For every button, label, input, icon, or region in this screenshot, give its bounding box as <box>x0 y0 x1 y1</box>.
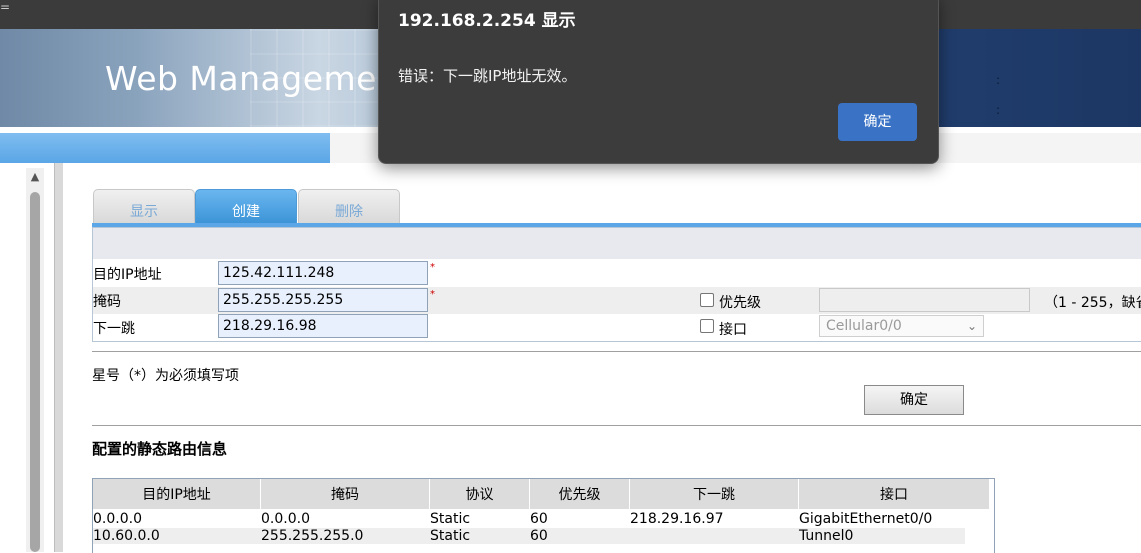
nav-strip <box>0 133 330 163</box>
tab-delete[interactable]: 删除 <box>298 189 400 224</box>
next-hop-input[interactable]: 218.29.16.98 <box>218 314 428 338</box>
form-header-band <box>93 228 1141 259</box>
table-cell: 255.255.255.0 <box>261 528 364 544</box>
mask-label: 掩码 <box>93 294 121 310</box>
mask-required-mark: * <box>430 289 435 300</box>
chevron-down-icon: ⌄ <box>966 319 977 333</box>
priority-checkbox[interactable] <box>700 293 714 307</box>
priority-label: 优先级 <box>719 295 761 311</box>
dest-ip-input[interactable]: 125.42.111.248 <box>218 261 428 285</box>
table-cell: Static <box>430 528 471 544</box>
confirm-button[interactable]: 确定 <box>864 385 964 415</box>
table-cell: Tunnel0 <box>799 528 854 544</box>
mask-input[interactable]: 255.255.255.255 <box>218 288 428 312</box>
table-cell: 0.0.0.0 <box>261 511 310 527</box>
table-cell: Static <box>430 511 471 527</box>
table-cell: 60 <box>530 528 548 544</box>
banner-title: Web Managemen <box>105 59 399 98</box>
next-hop-label: 下一跳 <box>93 321 135 337</box>
column-header: 目的IP地址 <box>93 479 261 509</box>
column-header: 接口 <box>799 479 990 509</box>
scroll-up-arrow-icon[interactable]: ▲ <box>28 170 42 184</box>
interface-checkbox[interactable] <box>700 319 714 333</box>
table-cell: 60 <box>530 511 548 527</box>
dialog-message: 错误：下一跳IP地址无效。 <box>398 67 577 85</box>
banner-dots-icon: :: <box>996 73 1001 117</box>
priority-hint: （1 - 255，缺省 <box>1044 295 1141 311</box>
interface-select[interactable]: Cellular0/0 ⌄ <box>819 315 984 337</box>
table-cell: 218.29.16.97 <box>630 511 724 527</box>
dialog-title: 192.168.2.254 显示 <box>398 11 576 31</box>
dest-ip-label: 目的IP地址 <box>93 267 162 283</box>
required-note: 星号（*）为必须填写项 <box>92 368 239 384</box>
interface-label: 接口 <box>719 322 747 338</box>
interface-select-value: Cellular0/0 <box>826 318 902 334</box>
scrollbar-thumb[interactable] <box>30 192 40 552</box>
menu-glyph-icon: = <box>0 0 11 14</box>
divider <box>92 351 1141 352</box>
column-header: 下一跳 <box>630 479 799 509</box>
column-header: 优先级 <box>530 479 630 509</box>
table-cell: 10.60.0.0 <box>93 528 160 544</box>
table-cell: 0.0.0.0 <box>93 511 142 527</box>
column-header: 协议 <box>430 479 530 509</box>
table-cell: GigabitEthernet0/0 <box>799 511 933 527</box>
tab-display[interactable]: 显示 <box>93 189 195 224</box>
section-title: 配置的静态路由信息 <box>92 440 228 458</box>
priority-input[interactable] <box>819 288 1030 312</box>
dest-ip-required-mark: * <box>430 262 435 273</box>
column-header: 掩码 <box>261 479 430 509</box>
tab-create[interactable]: 创建 <box>195 189 297 224</box>
dialog-ok-button[interactable]: 确定 <box>838 103 917 141</box>
panel-separator[interactable] <box>54 163 63 552</box>
divider <box>92 425 1141 426</box>
